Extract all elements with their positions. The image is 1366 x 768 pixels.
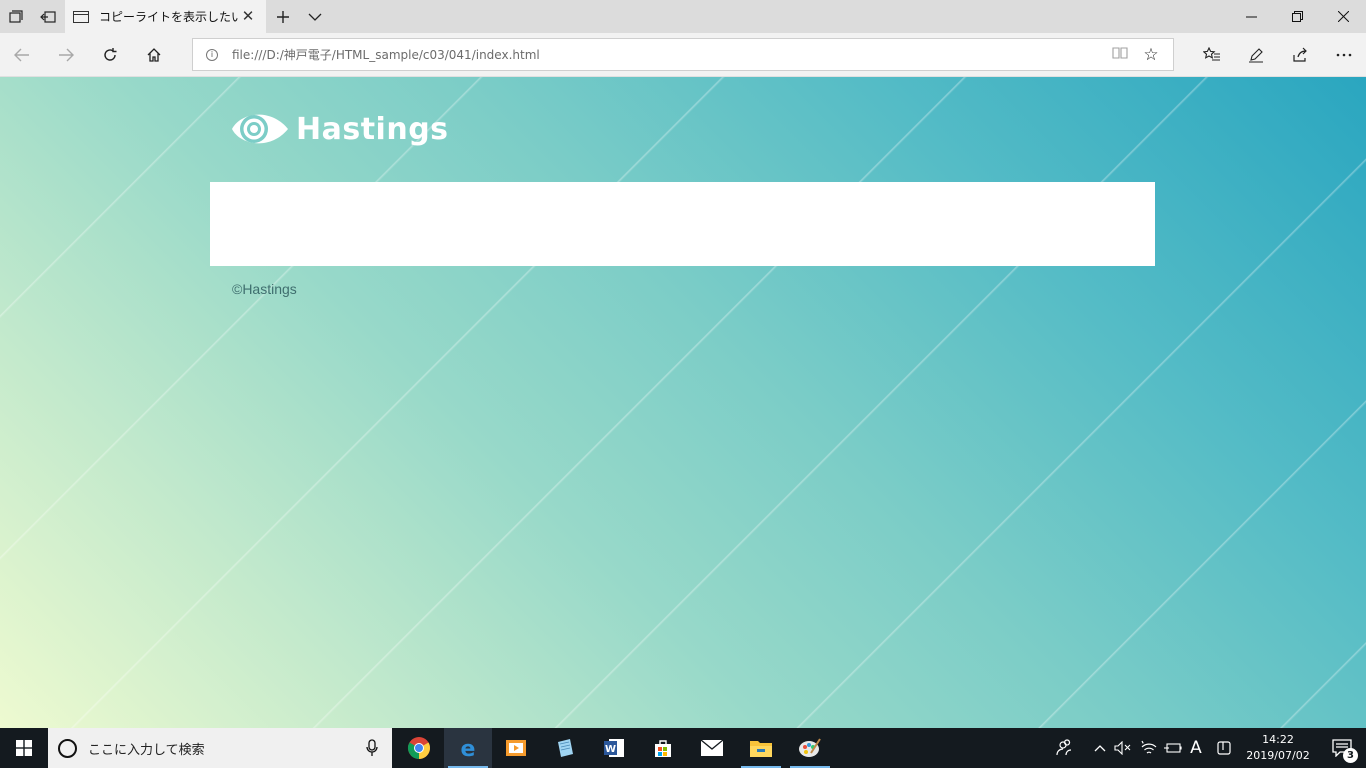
search-placeholder[interactable]: ここに入力して検索: [88, 739, 205, 758]
media-player-app-icon[interactable]: [492, 728, 540, 768]
favorite-star-icon[interactable]: ☆: [1141, 45, 1161, 65]
close-tab-icon[interactable]: ✕: [240, 8, 256, 24]
reading-view-icon[interactable]: [1111, 46, 1129, 64]
ime-indicator[interactable]: A: [1186, 728, 1206, 768]
taskbar-search-box[interactable]: ここに入力して検索: [48, 728, 392, 768]
windows-logo-icon: [16, 740, 32, 756]
page-icon: [73, 10, 89, 23]
chrome-app-icon[interactable]: [395, 728, 443, 768]
url-text[interactable]: file:///D:/神戸電子/HTML_sample/c03/041/inde…: [232, 46, 540, 63]
back-arrow-icon[interactable]: [0, 33, 44, 77]
paint-app-icon[interactable]: [786, 728, 834, 768]
tabs-aside-icon[interactable]: [32, 0, 64, 33]
taskbar: ここに入力して検索 e W A 14:22 2019/07/02 3: [0, 728, 1366, 768]
tab-active[interactable]: コピーライトを表示したい ✕: [65, 0, 266, 33]
content-box: [210, 182, 1155, 266]
speaker-muted-icon[interactable]: [1112, 728, 1134, 768]
minimize-icon[interactable]: [1228, 0, 1274, 33]
wifi-icon[interactable]: [1138, 728, 1160, 768]
info-icon[interactable]: i: [206, 48, 218, 61]
notepad-app-icon[interactable]: [541, 728, 589, 768]
favorites-hub-icon[interactable]: [1190, 33, 1234, 77]
taskbar-clock[interactable]: 14:22 2019/07/02: [1240, 732, 1316, 764]
battery-icon[interactable]: [1162, 728, 1184, 768]
plus-icon[interactable]: [268, 0, 298, 33]
clock-date: 2019/07/02: [1246, 749, 1310, 762]
eye-logo-icon: [232, 114, 288, 144]
close-window-icon[interactable]: [1320, 0, 1366, 33]
svg-text:W: W: [605, 744, 616, 755]
address-bar[interactable]: i file:///D:/神戸電子/HTML_sample/c03/041/in…: [192, 38, 1174, 71]
action-center-alt-icon[interactable]: [1212, 728, 1236, 768]
microphone-icon[interactable]: [366, 739, 378, 757]
pen-icon[interactable]: [1234, 33, 1278, 77]
word-app-icon[interactable]: W: [590, 728, 638, 768]
file-explorer-app-icon[interactable]: [737, 728, 785, 768]
home-icon[interactable]: [132, 33, 176, 77]
chevron-up-icon[interactable]: [1090, 728, 1110, 768]
set-aside-tabs-icon[interactable]: [0, 0, 32, 33]
clock-time: 14:22: [1262, 733, 1294, 746]
refresh-icon[interactable]: [88, 33, 132, 77]
page-viewport: Hastings ©Hastings: [0, 77, 1366, 728]
copyright-text: ©Hastings: [232, 281, 297, 297]
chevron-down-icon[interactable]: [300, 0, 330, 33]
logo-text: Hastings: [296, 111, 449, 147]
more-options-icon[interactable]: [1322, 33, 1366, 77]
forward-arrow-icon[interactable]: [44, 33, 88, 77]
notification-center-button[interactable]: 3: [1318, 728, 1366, 768]
svg-text:e: e: [461, 737, 476, 760]
start-button[interactable]: [0, 728, 48, 768]
people-icon[interactable]: [1050, 728, 1080, 768]
mail-app-icon[interactable]: [688, 728, 736, 768]
navigation-bar: i file:///D:/神戸電子/HTML_sample/c03/041/in…: [0, 33, 1366, 77]
store-app-icon[interactable]: [639, 728, 687, 768]
notification-count-badge: 3: [1343, 748, 1358, 763]
site-logo[interactable]: Hastings: [230, 107, 449, 151]
tab-title: コピーライトを表示したい: [99, 10, 239, 24]
share-icon[interactable]: [1278, 33, 1322, 77]
title-bar: コピーライトを表示したい ✕: [0, 0, 1366, 33]
cortana-icon[interactable]: [58, 738, 77, 758]
edge-app-icon[interactable]: e: [444, 728, 492, 768]
restore-icon[interactable]: [1274, 0, 1320, 33]
